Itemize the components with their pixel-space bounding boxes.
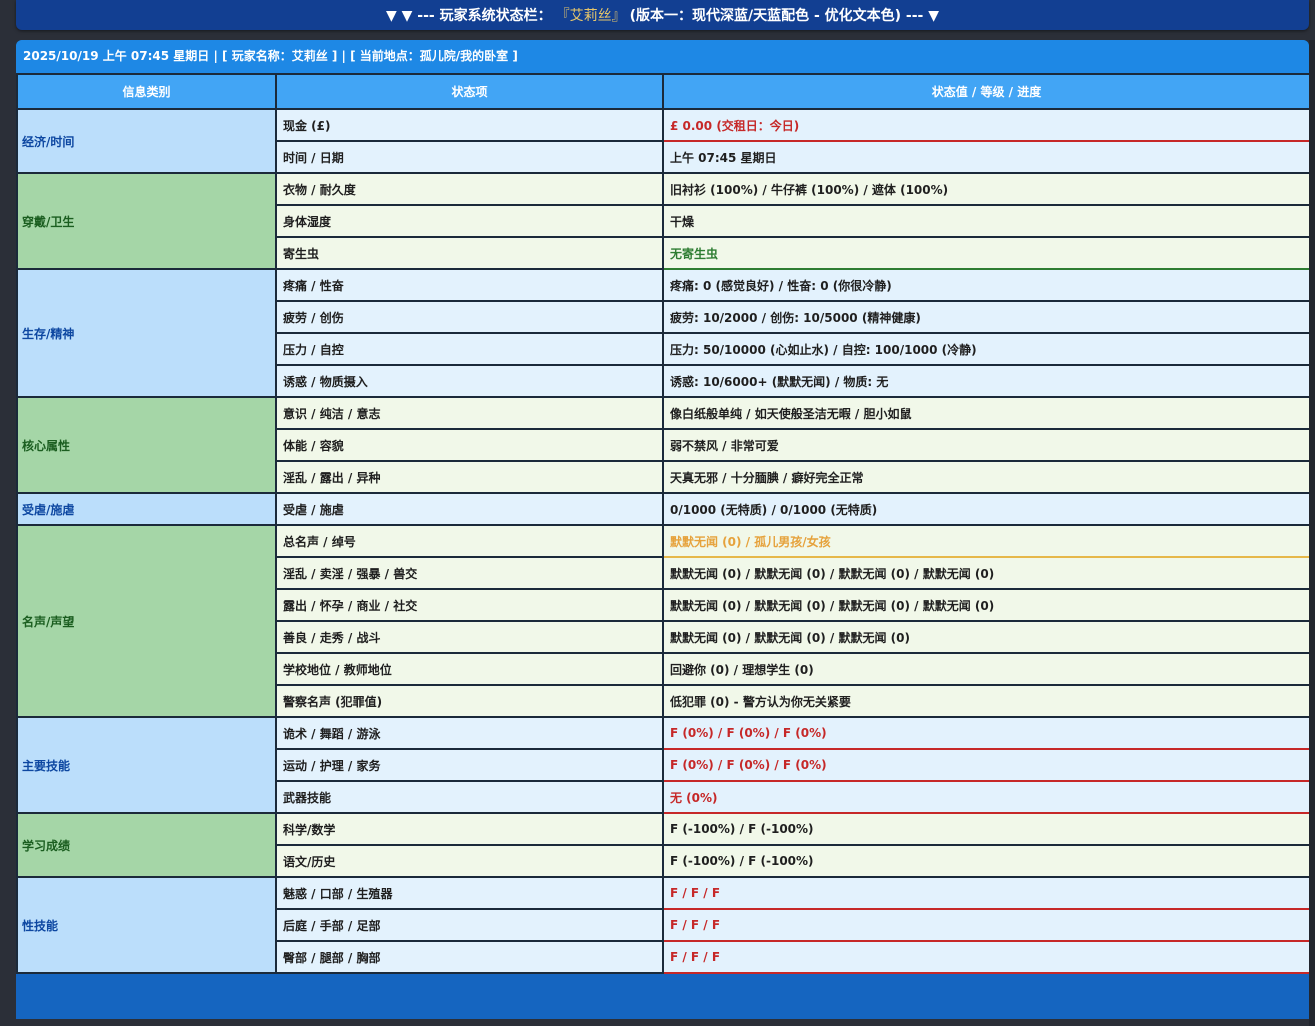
info-bar: 2025/10/19 上午 07:45 星期日 | [ 玩家名称：艾莉丝 ] |… [16, 40, 1309, 73]
status-panel: 2025/10/19 上午 07:45 星期日 | [ 玩家名称：艾莉丝 ] |… [16, 40, 1309, 1019]
value-cell: 弱不禁风 / 非常可爱 [662, 428, 1309, 462]
value-cell: 默默无闻 (0) / 默默无闻 (0) / 默默无闻 (0) / 默默无闻 (0… [662, 588, 1309, 622]
category-cell: 主要技能 [16, 716, 277, 814]
table-row: 经济/时间 现金 (£) £ 0.00 (交租日：今日) [16, 108, 1309, 174]
category-cell: 学习成绩 [16, 812, 277, 878]
value-cell: F (-100%) / F (-100%) [662, 812, 1309, 846]
item-cell: 受虐 / 施虐 [275, 492, 664, 526]
value-cell: 像白纸般单纯 / 如天使般圣洁无暇 / 胆小如鼠 [662, 396, 1309, 430]
player-name: 『艾莉丝』 [555, 8, 626, 24]
table-row: 穿戴/卫生 衣物 / 耐久度 旧衬衫 (100%) / 牛仔裤 (100%) / 遮… [16, 172, 1309, 270]
item-cell: 科学/数学 [275, 812, 664, 846]
item-cell: 警察名声 (犯罪值) [275, 684, 664, 718]
value-cell: 无 (0%) [662, 780, 1309, 814]
item-cell: 淫乱 / 卖淫 / 强暴 / 兽交 [275, 556, 664, 590]
status-summary-toggle[interactable]: ▼ ▼ --- 玩家系统状态栏： 『艾莉丝』 (版本一：现代深蓝/天蓝配色 - … [16, 0, 1309, 30]
table-row: 名声/声望 总名声 / 绰号 默默无闻 (0) / 孤儿男孩/女孩 [16, 524, 1309, 718]
value-cell: 疼痛: 0 (感觉良好) / 性奋: 0 (你很冷静) [662, 268, 1309, 302]
value-cell: F / F / F [662, 876, 1309, 910]
value-cell: 默默无闻 (0) / 默默无闻 (0) / 默默无闻 (0) / 默默无闻 (0… [662, 556, 1309, 590]
item-cell: 魅惑 / 口部 / 生殖器 [275, 876, 664, 910]
table-row: 性技能 魅惑 / 口部 / 生殖器 F / F / F [16, 876, 1309, 974]
item-cell: 运动 / 护理 / 家务 [275, 748, 664, 782]
table-row: 生存/精神 疼痛 / 性奋 疼痛: 0 (感觉良好) / 性奋: 0 (你很冷静) [16, 268, 1309, 398]
item-cell: 疲劳 / 创伤 [275, 300, 664, 334]
table-row: 主要技能 诡术 / 舞蹈 / 游泳 F (0%) / F (0%) / F (0%) [16, 716, 1309, 814]
item-cell: 善良 / 走秀 / 战斗 [275, 620, 664, 654]
value-cell: 旧衬衫 (100%) / 牛仔裤 (100%) / 遮体 (100%) [662, 172, 1309, 206]
category-cell: 生存/精神 [16, 268, 277, 398]
value-cell: 上午 07:45 星期日 [662, 140, 1309, 174]
header-value: 状态值 / 等级 / 进度 [662, 73, 1309, 110]
summary-prefix: ▼ ▼ --- 玩家系统状态栏： [385, 8, 552, 24]
item-cell: 露出 / 怀孕 / 商业 / 社交 [275, 588, 664, 622]
value-cell: 0/1000 (无特质) / 0/1000 (无特质) [662, 492, 1309, 526]
value-cell: F (-100%) / F (-100%) [662, 844, 1309, 878]
category-cell: 核心属性 [16, 396, 277, 494]
category-cell: 名声/声望 [16, 524, 277, 718]
value-cell: F (0%) / F (0%) / F (0%) [662, 716, 1309, 750]
item-cell: 淫乱 / 露出 / 异种 [275, 460, 664, 494]
table-row: 学习成绩 科学/数学 F (-100%) / F (-100%) [16, 812, 1309, 878]
value-cell: 压力: 50/10000 (心如止水) / 自控: 100/1000 (冷静) [662, 332, 1309, 366]
item-cell: 学校地位 / 教师地位 [275, 652, 664, 686]
value-cell: F / F / F [662, 940, 1309, 974]
item-cell: 后庭 / 手部 / 足部 [275, 908, 664, 942]
item-cell: 诡术 / 舞蹈 / 游泳 [275, 716, 664, 750]
value-cell: F / F / F [662, 908, 1309, 942]
value-cell: 默默无闻 (0) / 孤儿男孩/女孩 [662, 524, 1309, 558]
category-cell: 穿戴/卫生 [16, 172, 277, 270]
table-row: 受虐/施虐 受虐 / 施虐 0/1000 (无特质) / 0/1000 (无特质) [16, 492, 1309, 526]
header-item: 状态项 [275, 73, 664, 110]
category-cell: 受虐/施虐 [16, 492, 277, 526]
table-row: 核心属性 意识 / 纯洁 / 意志 像白纸般单纯 / 如天使般圣洁无暇 / 胆小如鼠 [16, 396, 1309, 494]
value-cell: 回避你 (0) / 理想学生 (0) [662, 652, 1309, 686]
item-cell: 总名声 / 绰号 [275, 524, 664, 558]
value-cell: £ 0.00 (交租日：今日) [662, 108, 1309, 142]
summary-suffix: (版本一：现代深蓝/天蓝配色 - 优化文本色) --- ▼ [629, 8, 939, 24]
item-cell: 疼痛 / 性奋 [275, 268, 664, 302]
item-cell: 寄生虫 [275, 236, 664, 270]
item-cell: 压力 / 自控 [275, 332, 664, 366]
item-cell: 衣物 / 耐久度 [275, 172, 664, 206]
item-cell: 体能 / 容貌 [275, 428, 664, 462]
value-cell: 诱惑: 10/6000+ (默默无闻) / 物质: 无 [662, 364, 1309, 398]
scrollbar-track[interactable] [1309, 40, 1315, 1026]
item-cell: 武器技能 [275, 780, 664, 814]
table-body: 经济/时间 现金 (£) £ 0.00 (交租日：今日) 时间 / 日期 上午 07:4… [16, 108, 1309, 974]
value-cell: 低犯罪 (0) - 警方认为你无关紧要 [662, 684, 1309, 718]
value-cell: 天真无邪 / 十分腼腆 / 癖好完全正常 [662, 460, 1309, 494]
table-header-row: 信息类别 状态项 状态值 / 等级 / 进度 [16, 73, 1309, 110]
item-cell: 时间 / 日期 [275, 140, 664, 174]
item-cell: 身体湿度 [275, 204, 664, 238]
value-cell: 干燥 [662, 204, 1309, 238]
item-cell: 意识 / 纯洁 / 意志 [275, 396, 664, 430]
value-cell: 无寄生虫 [662, 236, 1309, 270]
value-cell: 疲劳: 10/2000 / 创伤: 10/5000 (精神健康) [662, 300, 1309, 334]
item-cell: 语文/历史 [275, 844, 664, 878]
value-cell: F (0%) / F (0%) / F (0%) [662, 748, 1309, 782]
item-cell: 现金 (£) [275, 108, 664, 142]
item-cell: 臀部 / 腿部 / 胸部 [275, 940, 664, 974]
category-cell: 经济/时间 [16, 108, 277, 174]
value-cell: 默默无闻 (0) / 默默无闻 (0) / 默默无闻 (0) [662, 620, 1309, 654]
item-cell: 诱惑 / 物质摄入 [275, 364, 664, 398]
category-cell: 性技能 [16, 876, 277, 974]
status-table: 信息类别 状态项 状态值 / 等级 / 进度 经济/时间 现金 (£) £ 0.00… [16, 73, 1309, 974]
header-category: 信息类别 [16, 73, 277, 110]
